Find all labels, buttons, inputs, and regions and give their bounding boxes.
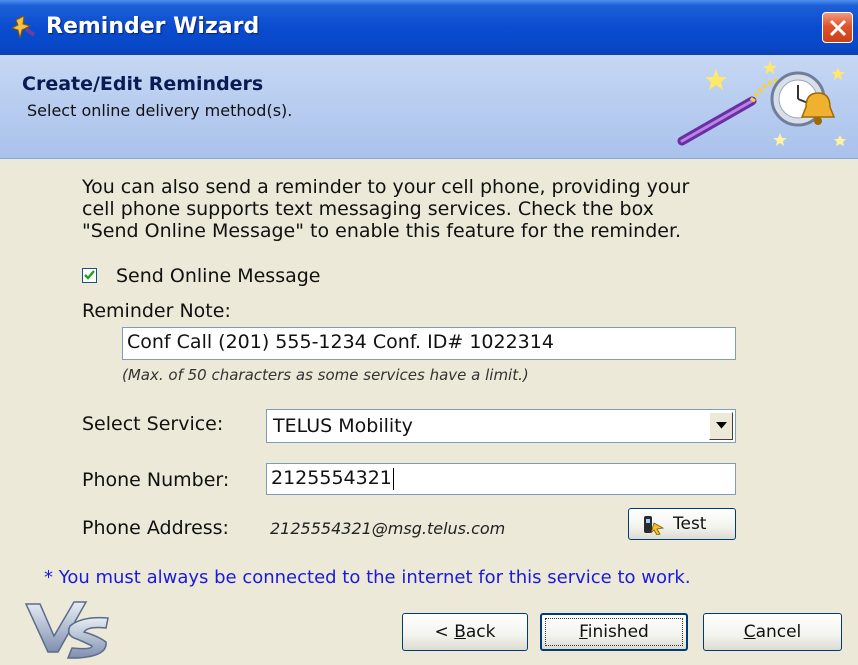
intro-line: You can also send a reminder to your cel… (82, 176, 690, 198)
checkmark-icon (84, 270, 95, 280)
service-select[interactable]: TELUS Mobility (266, 409, 736, 443)
back-button-rest: ack (465, 622, 496, 642)
back-button[interactable]: < Back (402, 613, 528, 651)
phone-test-icon (641, 515, 665, 540)
window-title: Reminder Wizard (46, 14, 260, 39)
title-bar[interactable]: Reminder Wizard (0, 0, 858, 55)
service-dropdown-button[interactable] (709, 412, 733, 440)
wizard-header: Create/Edit Reminders Select online deli… (0, 55, 858, 159)
phone-number-value: 2125554321 (271, 467, 392, 489)
finished-button[interactable]: Finished (540, 613, 688, 651)
send-online-message-label[interactable]: Send Online Message (116, 265, 321, 287)
page-title: Create/Edit Reminders (22, 73, 264, 95)
close-button[interactable] (822, 12, 853, 43)
close-icon (829, 19, 847, 37)
select-service-label: Select Service: (82, 413, 224, 435)
test-button-label: Test (673, 514, 707, 534)
back-button-mnemonic: B (454, 622, 466, 642)
cancel-button-rest: ancel (755, 622, 802, 642)
magic-wand-bell-icon (677, 61, 846, 146)
cancel-button[interactable]: Cancel (703, 613, 842, 651)
phone-number-input[interactable]: 2125554321 (266, 463, 736, 495)
page-subtitle: Select online delivery method(s). (27, 101, 293, 120)
phone-address-value: 2125554321@msg.telus.com (270, 519, 506, 538)
reminder-wizard-dialog: Reminder Wizard Create/Edit Reminders Se… (0, 0, 858, 665)
finished-button-rest: inished (587, 622, 649, 642)
intro-line: cell phone supports text messaging servi… (82, 198, 654, 220)
reminder-note-input[interactable]: Conf Call (201) 555-1234 Conf. ID# 10223… (122, 327, 736, 360)
vs-logo (24, 601, 109, 659)
chevron-down-icon (716, 422, 727, 429)
cancel-button-mnemonic: C (743, 622, 756, 642)
reminder-note-label: Reminder Note: (82, 300, 231, 322)
connection-notice: * You must always be connected to the in… (44, 567, 691, 588)
phone-number-label: Phone Number: (82, 469, 230, 491)
send-online-message-checkbox[interactable] (82, 268, 97, 283)
test-button[interactable]: Test (628, 508, 736, 540)
intro-text: You can also send a reminder to your cel… (82, 176, 802, 242)
wizard-wand-icon (10, 14, 38, 42)
reminder-note-hint: (Max. of 50 characters as some services … (122, 366, 529, 384)
phone-address-label: Phone Address: (82, 517, 229, 539)
text-caret (392, 467, 394, 490)
intro-line: "Send Online Message" to enable this fea… (82, 220, 682, 242)
back-button-prefix: < (434, 622, 455, 642)
finished-button-mnemonic: F (579, 622, 588, 642)
service-selected-value: TELUS Mobility (273, 415, 413, 437)
